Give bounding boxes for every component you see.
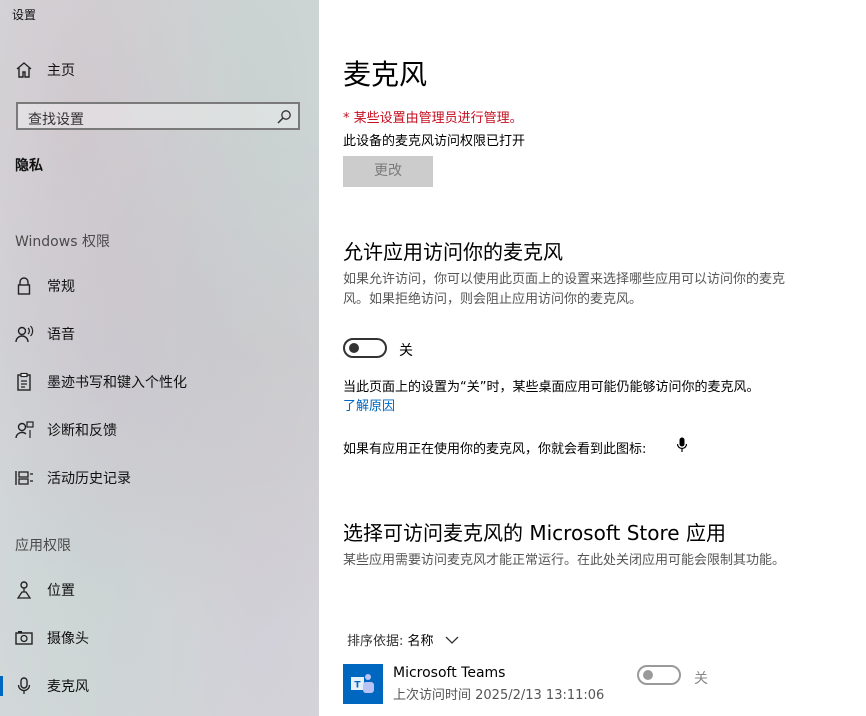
section-privacy: 隐私 xyxy=(15,158,43,174)
sidebar-item-activity-history-label: 活动历史记录 xyxy=(47,471,131,487)
location-icon xyxy=(16,581,32,599)
camera-icon xyxy=(15,631,33,645)
selected-indicator xyxy=(0,676,3,696)
change-button[interactable]: 更改 xyxy=(343,156,433,187)
app-last-access: 上次访问时间 2025/2/13 13:11:06 xyxy=(393,688,605,703)
toggle-knob xyxy=(349,343,359,353)
learn-more-link[interactable]: 了解原因 xyxy=(343,395,395,414)
toggle-knob xyxy=(643,670,653,680)
app-access-toggle[interactable] xyxy=(637,665,681,685)
sidebar-item-location-label: 位置 xyxy=(47,583,75,599)
sidebar-item-diagnostics[interactable]: 诊断和反馈 xyxy=(0,410,319,450)
sidebar-item-location[interactable]: 位置 xyxy=(0,570,319,610)
search-icon[interactable] xyxy=(276,109,292,125)
desktop-apps-note: 当此页面上的设置为“关”时，某些桌面应用可能仍能够访问你的麦克风。 xyxy=(343,380,760,395)
sort-value: 名称 xyxy=(407,634,434,649)
allow-apps-toggle[interactable] xyxy=(343,338,387,358)
activity-history-icon xyxy=(15,471,33,485)
search-placeholder: 查找设置 xyxy=(28,112,84,128)
feedback-icon xyxy=(15,421,34,439)
sidebar: 设置 主页 查找设置 隐私 Windows 权限 常规 语音 墨迹书写和键入个性… xyxy=(0,0,319,716)
sidebar-item-microphone-label: 麦克风 xyxy=(47,679,89,695)
allow-apps-description: 如果允许访问，你可以使用此页面上的设置来选择哪些应用可以访问你的麦克风。如果拒绝… xyxy=(343,272,786,307)
teams-icon: T xyxy=(343,664,383,704)
app-access-toggle-label: 关 xyxy=(694,671,708,687)
store-apps-description: 某些应用需要访问麦克风才能正常运行。在此处关闭应用可能会限制其功能。 xyxy=(343,553,786,568)
svg-text:T: T xyxy=(354,681,361,691)
microphone-in-use-icon xyxy=(676,437,688,452)
sidebar-item-home[interactable]: 主页 xyxy=(0,50,319,90)
sidebar-item-microphone[interactable]: 麦克风 xyxy=(0,666,319,706)
search-input[interactable]: 查找设置 xyxy=(16,102,300,130)
section-app-permissions: 应用权限 xyxy=(15,538,71,554)
allow-apps-heading: 允许应用访问你的麦克风 xyxy=(343,240,563,264)
sort-dropdown[interactable]: 排序依据: 名称 xyxy=(347,630,459,649)
clipboard-icon xyxy=(17,372,31,391)
sidebar-item-diagnostics-label: 诊断和反馈 xyxy=(47,423,117,439)
window-title: 设置 xyxy=(12,8,37,22)
sidebar-item-activity-history[interactable]: 活动历史记录 xyxy=(0,458,319,498)
sidebar-item-general[interactable]: 常规 xyxy=(0,266,319,306)
microphone-icon xyxy=(17,677,31,694)
sidebar-item-speech-label: 语音 xyxy=(47,327,75,343)
section-windows-permissions: Windows 权限 xyxy=(15,234,110,250)
speech-icon xyxy=(15,325,34,343)
sidebar-item-home-label: 主页 xyxy=(47,63,75,79)
managed-notice: * 某些设置由管理员进行管理。 xyxy=(343,111,523,126)
sort-label: 排序依据: xyxy=(347,634,408,649)
sidebar-item-camera-label: 摄像头 xyxy=(47,631,89,647)
sidebar-item-speech[interactable]: 语音 xyxy=(0,314,319,354)
app-name: Microsoft Teams xyxy=(393,665,506,681)
app-row-microsoft-teams: T Microsoft Teams 上次访问时间 2025/2/13 13:11… xyxy=(343,664,783,706)
sidebar-item-inking-typing-label: 墨迹书写和键入个性化 xyxy=(47,375,187,391)
device-access-status: 此设备的麦克风访问权限已打开 xyxy=(343,134,526,149)
sidebar-item-camera[interactable]: 摄像头 xyxy=(0,618,319,658)
sidebar-item-inking-typing[interactable]: 墨迹书写和键入个性化 xyxy=(0,362,319,402)
sidebar-item-general-label: 常规 xyxy=(47,279,75,295)
lock-icon xyxy=(17,277,31,295)
chevron-down-icon xyxy=(445,636,459,644)
allow-apps-toggle-label: 关 xyxy=(399,343,413,359)
page-title: 麦克风 xyxy=(343,58,428,91)
store-apps-heading: 选择可访问麦克风的 Microsoft Store 应用 xyxy=(343,521,726,545)
in-use-icon-note: 如果有应用正在使用你的麦克风，你就会看到此图标: xyxy=(343,442,647,457)
home-icon xyxy=(16,62,32,78)
